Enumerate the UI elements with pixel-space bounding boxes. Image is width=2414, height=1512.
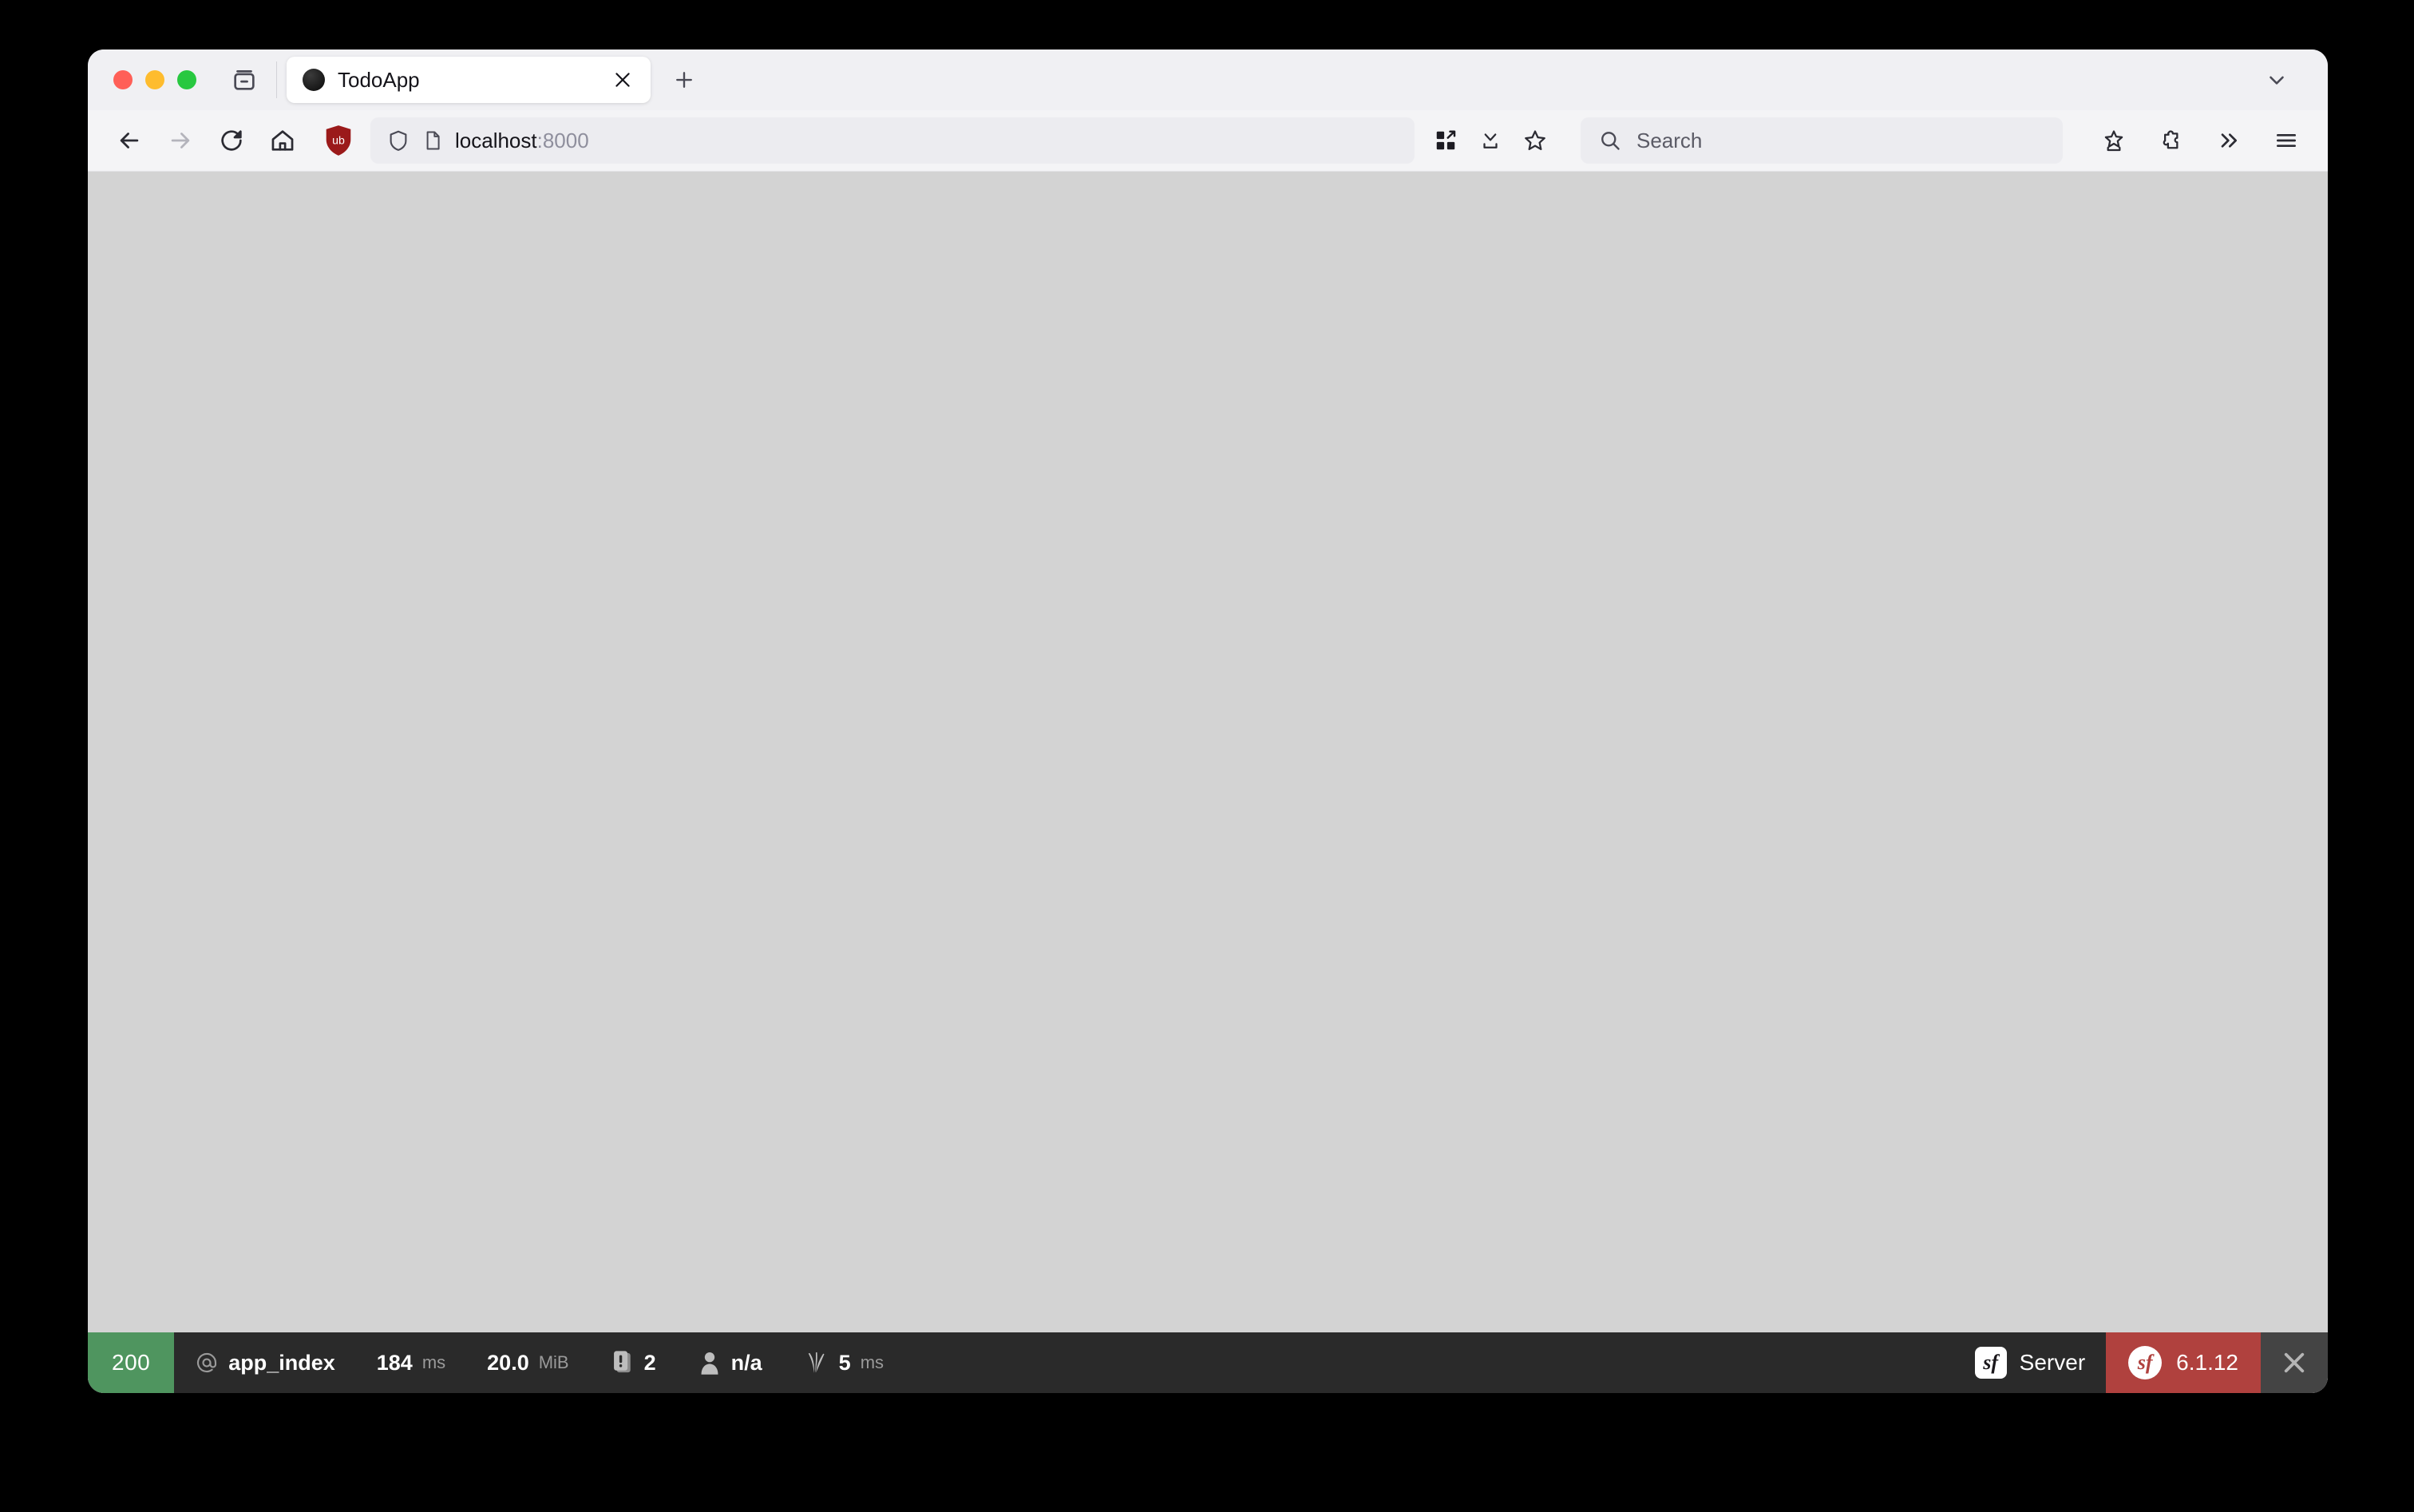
split-view-button[interactable] [1426, 121, 1466, 160]
url-port: :8000 [536, 128, 589, 152]
exception-log-icon [613, 1351, 631, 1373]
plus-icon [676, 72, 692, 88]
browser-tab-todoapp[interactable]: TodoApp [287, 57, 651, 103]
window-traffic-lights [88, 70, 196, 89]
svg-text:ub: ub [332, 134, 345, 147]
symfony-status-code[interactable]: 200 [88, 1332, 175, 1393]
reload-icon [221, 130, 242, 151]
page-content: 200 app_index 184 ms 20.0 MiB 2 n/a 5 ms… [88, 172, 2328, 1393]
home-button[interactable] [259, 117, 307, 164]
chevron-down-icon [2270, 76, 2284, 85]
symfony-toolbar-close-button[interactable] [2261, 1332, 2328, 1393]
symfony-twig-unit: ms [860, 1352, 884, 1372]
browser-window: TodoApp ub localhost:8000 Search 200 app… [88, 49, 2328, 1393]
tabstrip-divider [276, 61, 277, 98]
tab-strip: TodoApp [88, 49, 2328, 110]
symfony-exceptions-block[interactable]: 2 [590, 1332, 677, 1393]
arrow-right-icon [171, 133, 190, 148]
symfony-server-block[interactable]: sf Server [1954, 1332, 2106, 1393]
firefox-view-button[interactable] [222, 57, 267, 102]
at-sign-icon [197, 1352, 217, 1372]
symfony-route-name: app_index [228, 1350, 335, 1375]
reload-button[interactable] [208, 117, 255, 164]
overflow-chevrons-icon [2221, 133, 2237, 148]
window-close-button[interactable] [113, 70, 133, 89]
home-icon [271, 130, 294, 151]
tab-close-button[interactable] [607, 65, 638, 95]
symfony-version-badge[interactable]: sf 6.1.12 [2106, 1332, 2261, 1393]
bookmark-star-button[interactable] [1515, 121, 1555, 160]
symfony-memory-value: 20.0 [487, 1350, 529, 1375]
search-icon [1601, 132, 1620, 150]
url-host: localhost [455, 128, 537, 152]
overflow-menu-button[interactable] [2205, 117, 2253, 164]
bookmark-star-icon [1525, 130, 1545, 151]
symfony-logo-icon: sf [1974, 1347, 2007, 1379]
symfony-duration-block[interactable]: 184 ms [356, 1332, 466, 1393]
save-to-pocket-icon [2104, 130, 2123, 152]
window-minimize-button[interactable] [145, 70, 164, 89]
page-document-icon [426, 131, 440, 150]
tab-title: TodoApp [338, 67, 420, 92]
symfony-twig-value: 5 [838, 1350, 851, 1375]
firefox-view-icon [234, 70, 255, 90]
url-bar: ub localhost:8000 [324, 117, 1555, 164]
extensions-button[interactable] [2147, 117, 2195, 164]
downloads-button[interactable] [1470, 121, 1510, 160]
downloads-icon [1483, 133, 1498, 148]
extensions-puzzle-icon [2163, 130, 2179, 149]
back-button[interactable] [105, 117, 153, 164]
tracking-protection-shield-icon [390, 130, 407, 151]
search-placeholder-text: Search [1636, 128, 1703, 152]
close-icon [2284, 1352, 2305, 1373]
forward-button[interactable] [156, 117, 204, 164]
symfony-twig-block[interactable]: 5 ms [783, 1332, 904, 1393]
twig-leaf-icon [808, 1352, 825, 1373]
tab-favicon-icon [303, 69, 325, 91]
arrow-left-icon [120, 133, 139, 148]
symfony-version-label: 6.1.12 [2176, 1350, 2238, 1375]
app-menu-button[interactable] [2262, 117, 2310, 164]
url-text: localhost:8000 [455, 129, 589, 153]
symfony-memory-unit: MiB [538, 1352, 569, 1372]
symfony-memory-block[interactable]: 20.0 MiB [466, 1332, 589, 1393]
search-input[interactable]: Search [1581, 117, 2063, 164]
list-all-tabs-button[interactable] [2256, 59, 2297, 101]
url-input[interactable]: localhost:8000 [370, 117, 1415, 164]
user-silhouette-icon [701, 1352, 718, 1375]
toolbar-right-actions [2090, 117, 2310, 164]
symfony-user-value: n/a [730, 1350, 762, 1375]
ublock-origin-button[interactable]: ub [324, 125, 353, 156]
symfony-duration-value: 184 [376, 1350, 413, 1375]
close-icon [615, 73, 630, 87]
window-zoom-button[interactable] [177, 70, 196, 89]
symfony-server-label: Server [2019, 1350, 2086, 1375]
screen: TodoApp ub localhost:8000 Search 200 app… [0, 0, 2414, 1512]
ublock-shield-icon: ub [326, 125, 351, 156]
symfony-circle-logo-icon: sf [2128, 1346, 2163, 1379]
symfony-exception-count: 2 [643, 1350, 656, 1375]
app-menu-hamburger-icon [2277, 134, 2296, 147]
url-bar-actions [1426, 121, 1555, 160]
save-to-pocket-button[interactable] [2090, 117, 2138, 164]
navigation-toolbar: ub localhost:8000 Search [88, 110, 2328, 172]
split-view-icon [1436, 130, 1456, 150]
symfony-user-block[interactable]: n/a [677, 1332, 783, 1393]
symfony-route-block[interactable]: app_index [174, 1332, 356, 1393]
symfony-debug-toolbar: 200 app_index 184 ms 20.0 MiB 2 n/a 5 ms… [88, 1332, 2328, 1393]
symfony-duration-unit: ms [421, 1352, 446, 1372]
new-tab-button[interactable] [663, 59, 705, 101]
